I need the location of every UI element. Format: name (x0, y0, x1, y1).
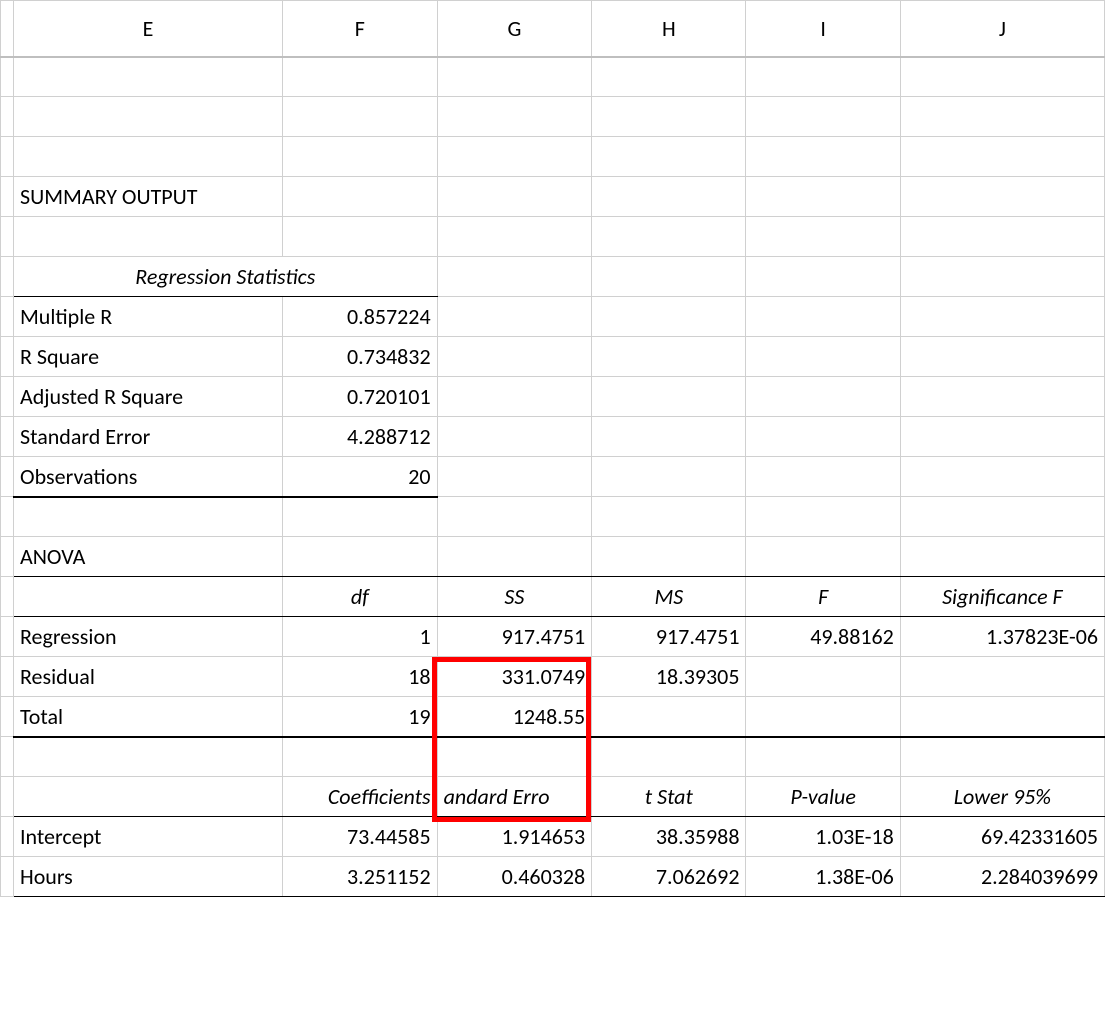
worksheet-grid[interactable]: E F G H I J SUMMARY OUTPUT Regression St… (0, 0, 1105, 897)
regression-statistics-header-row[interactable]: Regression Statistics (1, 257, 1105, 297)
col-header-H[interactable]: H (592, 1, 746, 57)
coef-hdr-coefficients: Coefficients (283, 777, 438, 817)
adj-r-square-label: Adjusted R Square (14, 377, 283, 417)
coef-hdr-stderr: andard Erro (437, 777, 592, 817)
blank-row[interactable] (1, 737, 1105, 777)
coef-intercept-se: 1.914653 (437, 817, 592, 857)
coef-hours-row[interactable]: Hours 3.251152 0.460328 7.062692 1.38E-0… (1, 857, 1105, 897)
anova-regression-f: 49.88162 (746, 617, 900, 657)
coef-header-row[interactable]: Coefficients andard Erro t Stat P-value … (1, 777, 1105, 817)
coef-hdr-lower95: Lower 95% (900, 777, 1104, 817)
coef-intercept-t: 38.35988 (592, 817, 746, 857)
coef-hours-label: Hours (14, 857, 283, 897)
adj-r-square-row[interactable]: Adjusted R Square 0.720101 (1, 377, 1105, 417)
coef-intercept-p: 1.03E-18 (746, 817, 900, 857)
coef-intercept-lo: 69.42331605 (900, 817, 1104, 857)
std-error-value: 4.288712 (283, 417, 438, 457)
coef-hours-t: 7.062692 (592, 857, 746, 897)
blank-row[interactable] (1, 97, 1105, 137)
adj-r-square-value: 0.720101 (283, 377, 438, 417)
anova-regression-ss: 917.4751 (437, 617, 592, 657)
anova-hdr-ms: MS (592, 577, 746, 617)
anova-total-label: Total (14, 697, 283, 737)
col-header-F[interactable]: F (283, 1, 438, 57)
coef-hours-p: 1.38E-06 (746, 857, 900, 897)
anova-title: ANOVA (14, 537, 283, 577)
anova-residual-df: 18 (283, 657, 438, 697)
anova-title-row[interactable]: ANOVA (1, 537, 1105, 577)
observations-label: Observations (14, 457, 283, 497)
coef-intercept-coef: 73.44585 (283, 817, 438, 857)
anova-regression-ms: 917.4751 (592, 617, 746, 657)
coef-intercept-label: Intercept (14, 817, 283, 857)
anova-total-df: 19 (283, 697, 438, 737)
blank-row[interactable] (1, 137, 1105, 177)
anova-residual-ms: 18.39305 (592, 657, 746, 697)
coef-hours-coef: 3.251152 (283, 857, 438, 897)
regression-statistics-header: Regression Statistics (14, 257, 438, 297)
multiple-r-row[interactable]: Multiple R 0.857224 (1, 297, 1105, 337)
spreadsheet-viewport[interactable]: E F G H I J SUMMARY OUTPUT Regression St… (0, 0, 1105, 897)
observations-value: 20 (283, 457, 438, 497)
anova-hdr-sigf: Significance F (900, 577, 1104, 617)
coef-hdr-tstat: t Stat (592, 777, 746, 817)
col-header-D[interactable] (1, 1, 14, 57)
col-header-I[interactable]: I (746, 1, 900, 57)
blank-row[interactable] (1, 217, 1105, 257)
anova-residual-label: Residual (14, 657, 283, 697)
anova-total-row[interactable]: Total 19 1248.55 (1, 697, 1105, 737)
anova-hdr-f: F (746, 577, 900, 617)
anova-header-row[interactable]: df SS MS F Significance F (1, 577, 1105, 617)
std-error-row[interactable]: Standard Error 4.288712 (1, 417, 1105, 457)
anova-regression-row[interactable]: Regression 1 917.4751 917.4751 49.88162 … (1, 617, 1105, 657)
blank-row[interactable] (1, 57, 1105, 97)
coef-hours-se: 0.460328 (437, 857, 592, 897)
blank-row[interactable] (1, 497, 1105, 537)
coef-intercept-row[interactable]: Intercept 73.44585 1.914653 38.35988 1.0… (1, 817, 1105, 857)
summary-output-row[interactable]: SUMMARY OUTPUT (1, 177, 1105, 217)
anova-hdr-ss: SS (437, 577, 592, 617)
anova-residual-row[interactable]: Residual 18 331.0749 18.39305 (1, 657, 1105, 697)
r-square-row[interactable]: R Square 0.734832 (1, 337, 1105, 377)
r-square-value: 0.734832 (283, 337, 438, 377)
col-header-G[interactable]: G (437, 1, 592, 57)
col-header-J[interactable]: J (900, 1, 1104, 57)
coef-hours-lo: 2.284039699 (900, 857, 1104, 897)
anova-regression-df: 1 (283, 617, 438, 657)
multiple-r-value: 0.857224 (283, 297, 438, 337)
multiple-r-label: Multiple R (14, 297, 283, 337)
anova-hdr-df: df (283, 577, 438, 617)
std-error-label: Standard Error (14, 417, 283, 457)
observations-row[interactable]: Observations 20 (1, 457, 1105, 497)
col-header-E[interactable]: E (14, 1, 283, 57)
r-square-label: R Square (14, 337, 283, 377)
anova-regression-sigf: 1.37823E-06 (900, 617, 1104, 657)
coef-hdr-pvalue: P-value (746, 777, 900, 817)
anova-total-ss: 1248.55 (437, 697, 592, 737)
summary-output-label: SUMMARY OUTPUT (14, 177, 283, 217)
anova-residual-ss: 331.0749 (437, 657, 592, 697)
anova-regression-label: Regression (14, 617, 283, 657)
